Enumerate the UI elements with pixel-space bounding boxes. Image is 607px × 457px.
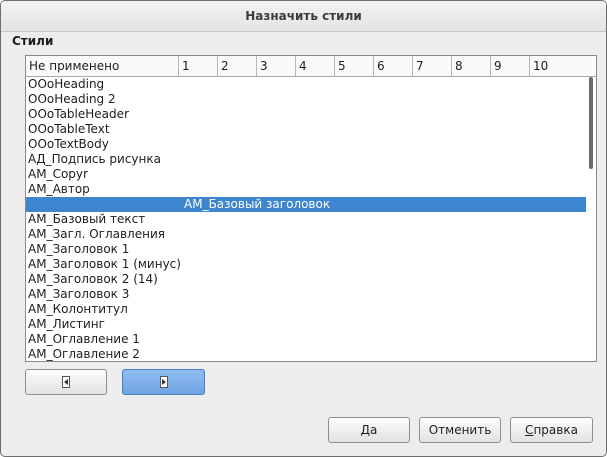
- style-row[interactable]: OOoTableHeader: [26, 107, 586, 122]
- style-row[interactable]: АМ_Оглавление 2: [26, 347, 586, 361]
- style-row[interactable]: АМ_Заголовок 1: [26, 242, 586, 257]
- cancel-button[interactable]: Отменить: [419, 417, 501, 443]
- header-level-5[interactable]: 5: [335, 56, 374, 76]
- header-level-6[interactable]: 6: [374, 56, 413, 76]
- style-row[interactable]: OOoHeading: [26, 77, 586, 92]
- level-right-icon: [159, 376, 168, 388]
- dialog-title: Назначить стили: [1, 1, 606, 32]
- move-right-button[interactable]: [122, 369, 205, 395]
- header-level-10[interactable]: 10: [530, 56, 596, 76]
- scrollbar-thumb[interactable]: [589, 77, 593, 169]
- style-row[interactable]: OOoTableText: [26, 122, 586, 137]
- move-left-button[interactable]: [25, 369, 107, 395]
- header-level-7[interactable]: 7: [413, 56, 452, 76]
- vertical-scrollbar[interactable]: [586, 77, 596, 361]
- style-row[interactable]: АД_Подпись рисунка: [26, 152, 586, 167]
- header-level-3[interactable]: 3: [257, 56, 296, 76]
- style-row[interactable]: АМ_Базовый текст: [26, 212, 586, 227]
- style-row[interactable]: АМ_Заголовок 1 (минус): [26, 257, 586, 272]
- style-row[interactable]: OOoHeading 2: [26, 92, 586, 107]
- list-header: Не применено 1 2 3 4 5 6 7 8 9 10: [26, 56, 596, 77]
- style-row[interactable]: АМ_Автор: [26, 182, 586, 197]
- header-level-9[interactable]: 9: [491, 56, 530, 76]
- styles-list[interactable]: Не применено 1 2 3 4 5 6 7 8 9 10 OOoHea…: [25, 55, 597, 362]
- style-row[interactable]: АМ_Оглавление 1: [26, 332, 586, 347]
- style-row[interactable]: OOoTextBody: [26, 137, 586, 152]
- style-row[interactable]: АМ_Листинг: [26, 317, 586, 332]
- ok-button[interactable]: Да: [328, 417, 410, 443]
- header-level-4[interactable]: 4: [296, 56, 335, 76]
- style-row[interactable]: АМ_Колонтитул: [26, 302, 586, 317]
- styles-group-label: Стили: [12, 34, 54, 48]
- assign-styles-dialog: Назначить стили Стили Не применено 1 2 3…: [0, 0, 607, 457]
- style-row[interactable]: АМ_Загл. Оглавления: [26, 227, 586, 242]
- header-level-2[interactable]: 2: [218, 56, 257, 76]
- style-row[interactable]: АМ_Copyr: [26, 167, 586, 182]
- header-level-8[interactable]: 8: [452, 56, 491, 76]
- header-level-1[interactable]: 1: [179, 56, 218, 76]
- style-row[interactable]: АМ_Заголовок 3: [26, 287, 586, 302]
- style-row-selected[interactable]: АМ_Базовый заголовок: [26, 197, 586, 212]
- style-row[interactable]: АМ_Заголовок 2 (14): [26, 272, 586, 287]
- header-not-applied[interactable]: Не применено: [26, 56, 179, 76]
- help-label: правка: [533, 423, 578, 437]
- help-button[interactable]: Справка: [510, 417, 593, 443]
- level-left-icon: [62, 376, 70, 388]
- style-rows: OOoHeading OOoHeading 2 OOoTableHeader O…: [26, 77, 586, 361]
